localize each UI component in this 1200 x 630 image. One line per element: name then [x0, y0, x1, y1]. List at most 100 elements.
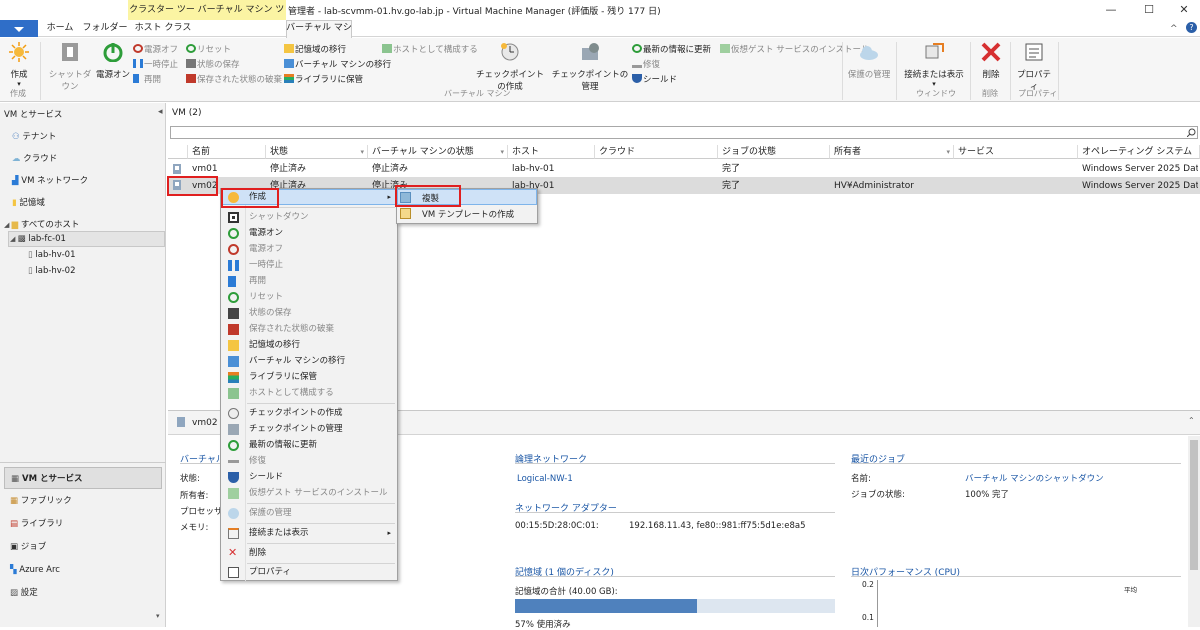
discard-state-button[interactable]: 保存された状態の破棄: [186, 73, 282, 85]
column-header-cloud[interactable]: クラウド: [595, 145, 718, 159]
properties-button[interactable]: プロパティ: [1014, 42, 1054, 92]
properties-icon: [228, 567, 239, 578]
scroll-up-icon[interactable]: ⌃: [1188, 416, 1195, 425]
cell-status: 停止済み: [270, 164, 307, 174]
menu-item-store-library[interactable]: ライブラリに保管: [221, 370, 397, 385]
refresh-button[interactable]: 最新の情報に更新: [632, 43, 711, 55]
sidebar-item-cluster[interactable]: ◢ ▩ lab-fc-01: [10, 234, 66, 244]
search-icon[interactable]: [1187, 128, 1196, 137]
store-library-button[interactable]: ライブラリに保管: [284, 73, 363, 85]
power-off-button[interactable]: 電源オフ: [133, 43, 178, 55]
collapse-nav-icon[interactable]: ◂: [158, 107, 163, 117]
maximize-button[interactable]: ☐: [1140, 3, 1158, 16]
shutdown-button[interactable]: シャットダウン: [46, 42, 94, 92]
filter-icon[interactable]: ▾: [500, 145, 504, 159]
workspace-fabric[interactable]: ▦ ファブリック: [4, 490, 162, 512]
menu-item-power-on[interactable]: 電源オン: [221, 226, 397, 241]
column-header-service[interactable]: サービス: [954, 145, 1078, 159]
column-header-name[interactable]: 名前: [188, 145, 266, 159]
delete-icon: ✕: [228, 546, 238, 559]
create-checkpoint-button[interactable]: チェックポイントの作成: [472, 42, 548, 92]
job-name-link[interactable]: バーチャル マシンのシャットダウン: [965, 472, 1104, 484]
close-button[interactable]: ✕: [1175, 3, 1193, 16]
column-header-owner[interactable]: 所有者 ▾: [830, 145, 954, 159]
submenu-item-create-template[interactable]: VM テンプレートの作成: [422, 208, 514, 220]
migrate-vm-button[interactable]: バーチャル マシンの移行: [284, 58, 391, 70]
details-tab[interactable]: vm02: [192, 418, 218, 428]
filter-icon[interactable]: ▾: [946, 145, 950, 159]
save-state-button[interactable]: 状態の保存: [186, 58, 240, 70]
menu-item-properties[interactable]: プロパティ: [221, 565, 397, 580]
workspace-vms-services[interactable]: ▦ VM とサービス: [4, 467, 162, 489]
tab-folder[interactable]: フォルダー: [82, 20, 128, 37]
menu-item-shield[interactable]: シールド: [221, 470, 397, 485]
workspace-library[interactable]: ▤ ライブラリ: [4, 513, 162, 535]
discard-icon: [186, 74, 196, 83]
menu-item-repair[interactable]: 修復: [221, 454, 397, 469]
menu-item-migrate-vm[interactable]: バーチャル マシンの移行: [221, 354, 397, 369]
menu-item-manage-checkpoint[interactable]: チェックポイントの管理: [221, 422, 397, 437]
shield-button[interactable]: シールド: [632, 73, 677, 85]
column-header-host[interactable]: ホスト: [508, 145, 595, 159]
manage-checkpoint-button[interactable]: チェックポイントの管理: [551, 42, 629, 92]
sidebar-item-host-2[interactable]: ▯ lab-hv-02: [28, 266, 76, 276]
sidebar-item-host-1[interactable]: ▯ lab-hv-01: [28, 250, 76, 260]
power-on-button[interactable]: 電源オン: [96, 42, 130, 80]
table-row[interactable]: [168, 161, 1200, 177]
menu-item-manage-protection[interactable]: 保護の管理: [221, 506, 397, 521]
sidebar-item-all-hosts[interactable]: ◢ ▆ すべてのホスト: [4, 218, 79, 230]
menu-item-delete[interactable]: ✕ 削除: [221, 546, 397, 561]
help-icon[interactable]: ?: [1186, 22, 1197, 33]
tab-home[interactable]: ホーム: [42, 20, 78, 37]
menu-item-migrate-storage[interactable]: 記憶域の移行: [221, 338, 397, 353]
minimize-button[interactable]: —: [1102, 3, 1120, 16]
collapse-ribbon-icon[interactable]: ^: [1170, 24, 1178, 34]
menu-item-create-checkpoint[interactable]: チェックポイントの作成: [221, 406, 397, 421]
column-header-os[interactable]: オペレーティング システム: [1078, 145, 1200, 159]
menu-item-shutdown[interactable]: シャットダウン: [221, 210, 397, 225]
repair-button[interactable]: 修復: [632, 58, 660, 70]
menu-item-pause[interactable]: 一時停止: [221, 258, 397, 273]
menu-item-connect-view[interactable]: 接続または表示 ▸: [221, 526, 397, 541]
sidebar-item-tenant[interactable]: ⚇ テナント: [12, 130, 56, 142]
sidebar-item-cloud[interactable]: ☁ クラウド: [12, 152, 57, 164]
pause-button[interactable]: 一時停止: [133, 58, 178, 70]
connect-view-button[interactable]: 接続または表示 ▾: [902, 42, 966, 88]
workspace-jobs[interactable]: ▣ ジョブ: [4, 536, 162, 558]
checkpoint-icon: [501, 43, 519, 61]
manage-protection-button[interactable]: 保護の管理: [845, 42, 893, 80]
menu-item-power-off[interactable]: 電源オフ: [221, 242, 397, 257]
menu-item-install-guest-services[interactable]: 仮想ゲスト サービスのインストール: [221, 486, 397, 501]
sidebar-item-vm-network[interactable]: ▟ VM ネットワーク: [12, 174, 88, 186]
vm-services-icon: ▦: [11, 474, 22, 484]
tab-virtual-machine[interactable]: バーチャル マシン: [286, 20, 352, 50]
logical-network-link[interactable]: Logical-NW-1: [517, 474, 573, 484]
configure-host-button[interactable]: ホストとして構成する: [382, 43, 478, 55]
menu-item-discard-state[interactable]: 保存された状態の破棄: [221, 322, 397, 337]
chevron-down-icon[interactable]: ▾: [156, 612, 160, 620]
search-input[interactable]: [170, 126, 1198, 139]
workspace-azure-arc[interactable]: ▚ Azure Arc: [4, 559, 162, 581]
menu-item-refresh[interactable]: 最新の情報に更新: [221, 438, 397, 453]
menu-item-reset[interactable]: リセット: [221, 290, 397, 305]
sidebar-item-storage[interactable]: ▮ 記憶域: [12, 196, 45, 208]
column-header-vm-state[interactable]: バーチャル マシンの状態 ▾: [368, 145, 508, 159]
reset-button[interactable]: リセット: [186, 43, 231, 55]
menu-item-configure-host[interactable]: ホストとして構成する: [221, 386, 397, 401]
migrate-storage-button[interactable]: 記憶域の移行: [284, 43, 346, 55]
cell-name: vm01: [192, 164, 218, 174]
column-header-job-status[interactable]: ジョブの状態: [718, 145, 830, 159]
menu-item-save-state[interactable]: 状態の保存: [221, 306, 397, 321]
scrollbar-thumb[interactable]: [1190, 440, 1198, 570]
save-icon: [186, 59, 196, 68]
create-button[interactable]: 作成 ▾: [4, 42, 34, 88]
filter-icon[interactable]: ▾: [360, 145, 364, 159]
workspace-settings[interactable]: ▨ 設定: [4, 582, 162, 604]
menu-item-resume[interactable]: 再開: [221, 274, 397, 289]
delete-button[interactable]: 削除: [976, 42, 1006, 80]
context-tab-cluster-tools: クラスター ツール: [128, 0, 196, 35]
file-menu-button[interactable]: [0, 20, 38, 37]
resume-button[interactable]: 再開: [133, 73, 161, 85]
column-header-status[interactable]: 状態 ▾: [266, 145, 368, 159]
tab-host-cluster[interactable]: ホスト クラスター: [132, 20, 194, 50]
